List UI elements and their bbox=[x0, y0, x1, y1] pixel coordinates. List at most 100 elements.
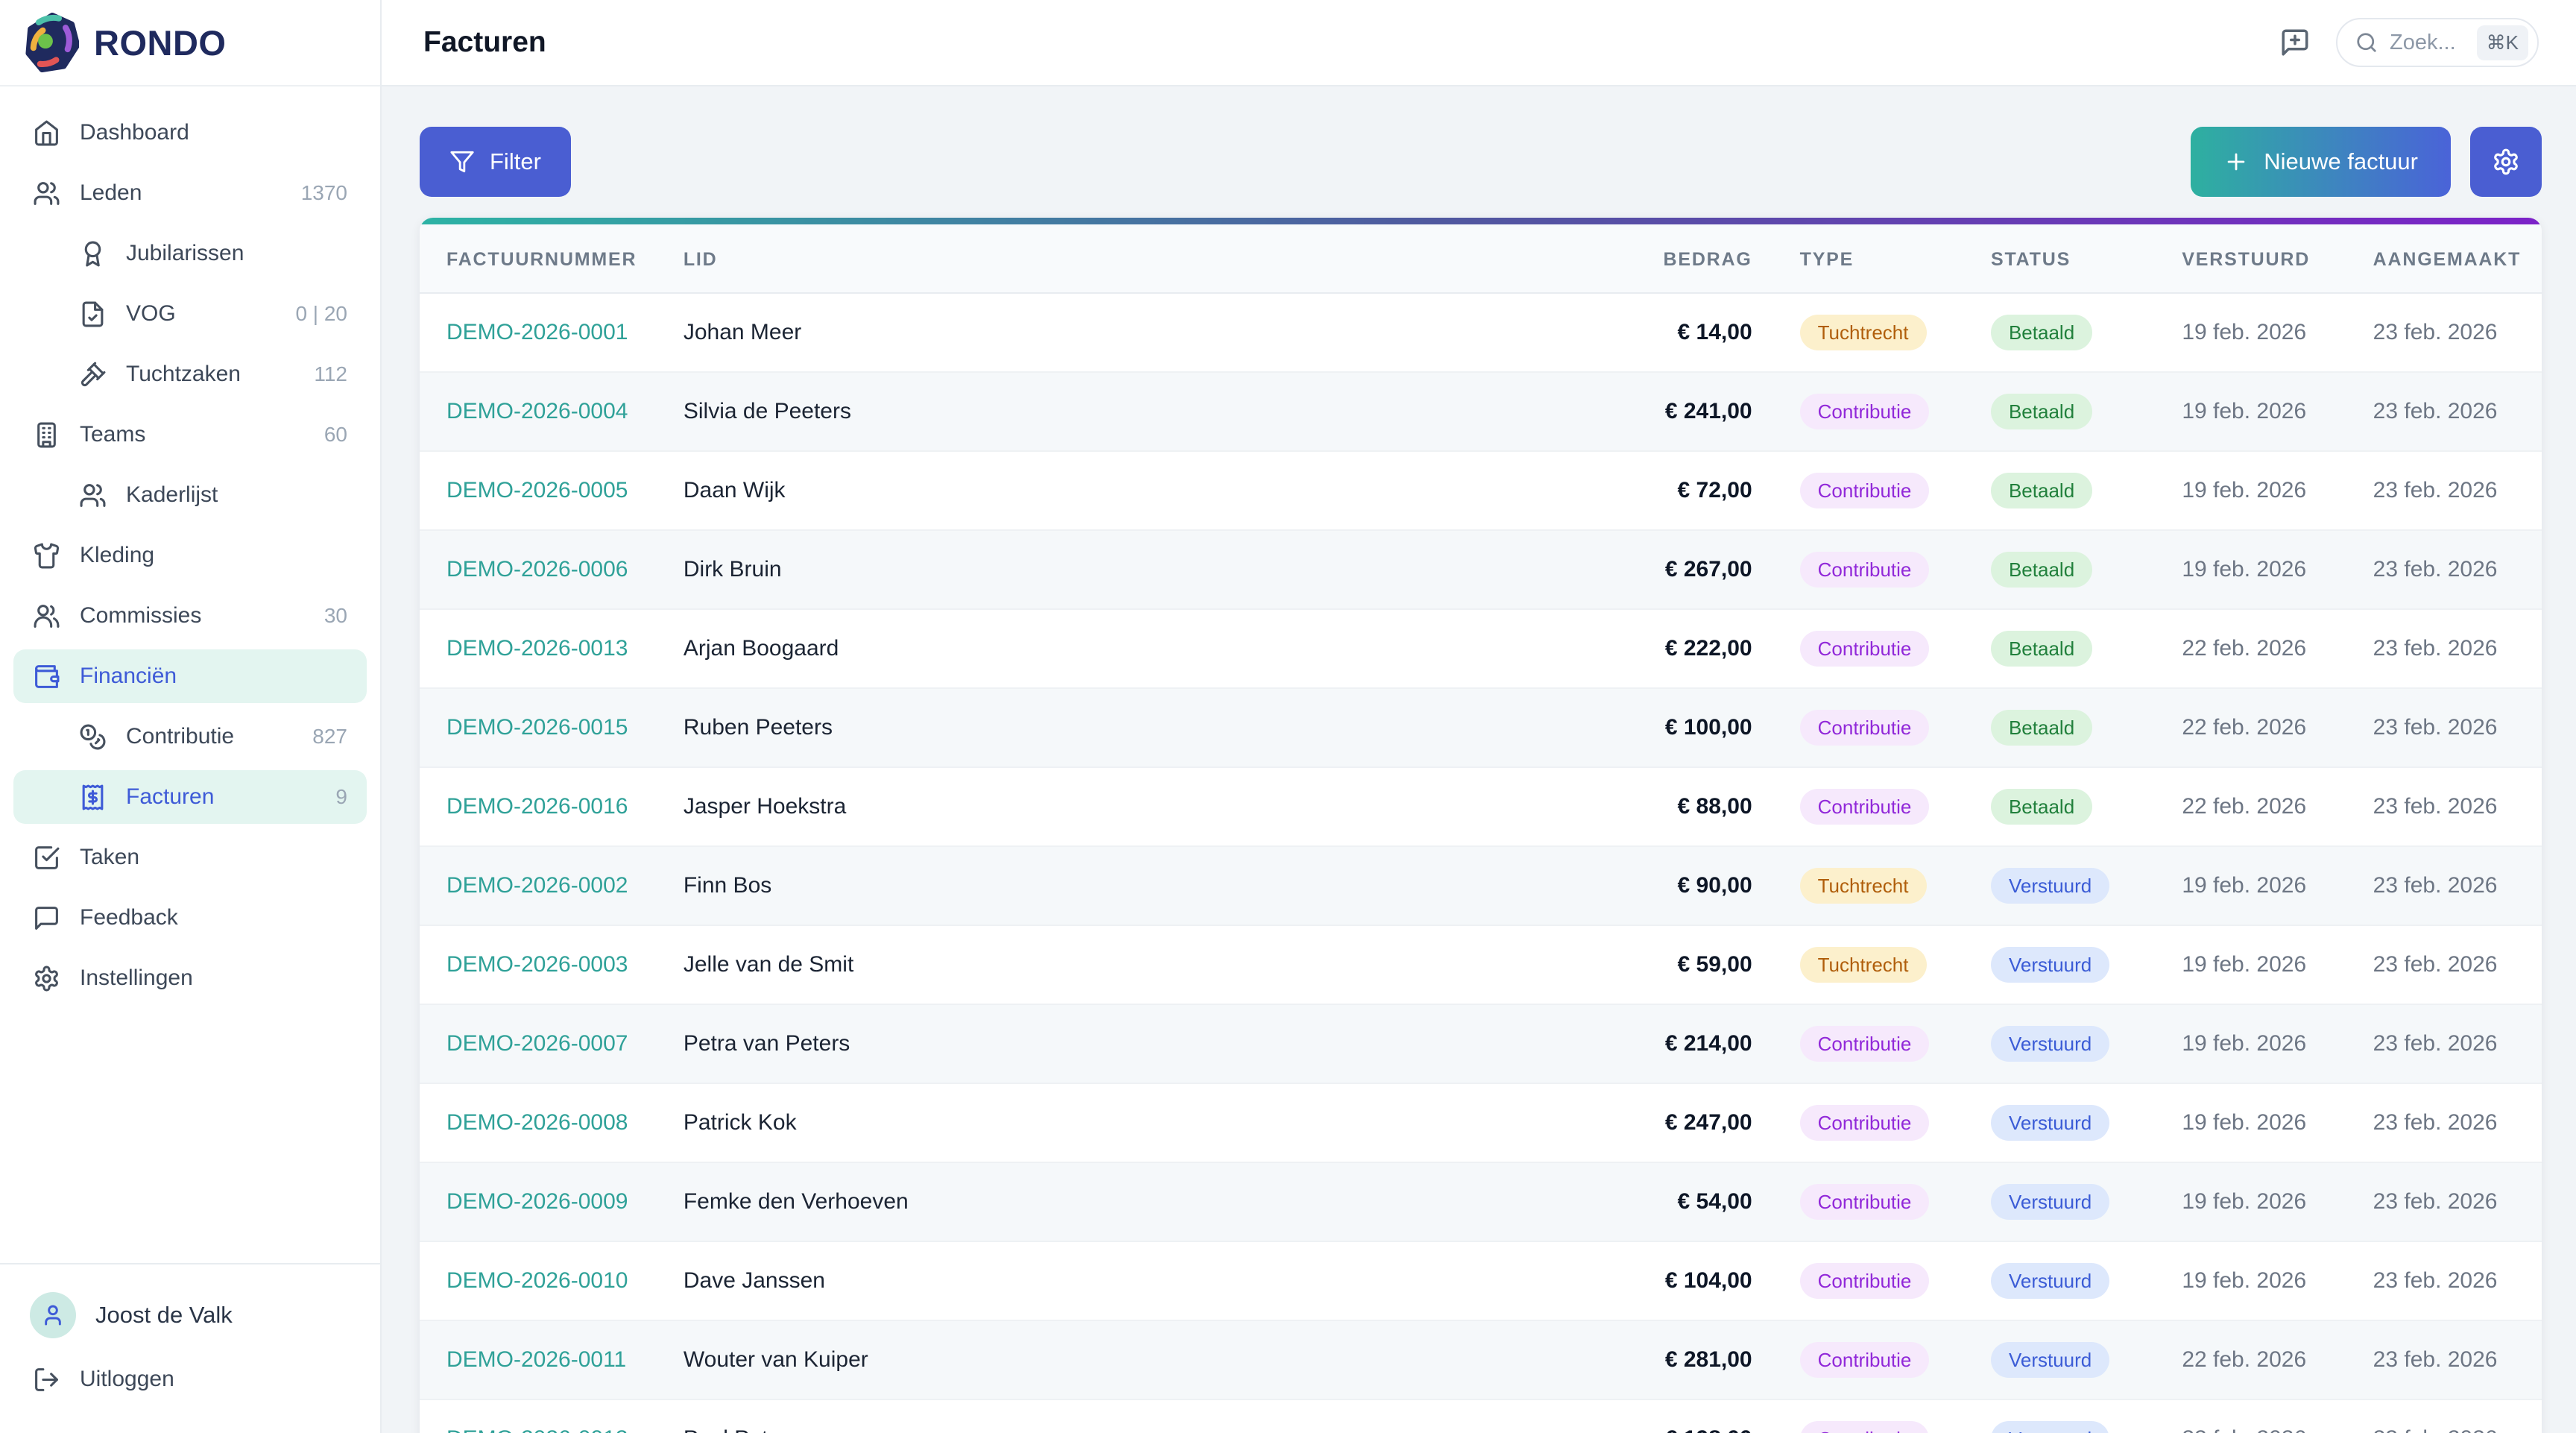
invoice-table: FACTUURNUMMER LID BEDRAG TYPE STATUS VER… bbox=[420, 224, 2542, 1433]
sent-date-cell: 22 feb. 2026 bbox=[2167, 1320, 2358, 1399]
sent-date-cell: 22 feb. 2026 bbox=[2167, 688, 2358, 767]
created-date-cell: 23 feb. 2026 bbox=[2358, 372, 2542, 451]
created-date-cell: 23 feb. 2026 bbox=[2358, 925, 2542, 1004]
sent-date-cell: 19 feb. 2026 bbox=[2167, 530, 2358, 609]
table-header-row: FACTUURNUMMER LID BEDRAG TYPE STATUS VER… bbox=[420, 224, 2542, 293]
type-badge: Tuchtrecht bbox=[1800, 947, 1927, 983]
main-area: Facturen Zoek... ⌘K Filter Nieuwe factuu… bbox=[382, 0, 2576, 1433]
sidebar-item-taken[interactable]: Taken bbox=[13, 831, 367, 884]
sidebar-item-count: 0 | 20 bbox=[295, 302, 347, 326]
invoice-number-link[interactable]: DEMO-2026-0010 bbox=[446, 1268, 628, 1293]
created-date-cell: 23 feb. 2026 bbox=[2358, 1320, 2542, 1399]
sidebar-item-teams[interactable]: Teams 60 bbox=[13, 408, 367, 462]
type-badge: Contributie bbox=[1800, 710, 1930, 746]
member-name-cell: Silvia de Peeters bbox=[684, 372, 1506, 451]
created-date-cell: 23 feb. 2026 bbox=[2358, 530, 2542, 609]
amount-cell: € 267,00 bbox=[1506, 530, 1785, 609]
invoice-number-link[interactable]: DEMO-2026-0009 bbox=[446, 1189, 628, 1214]
wallet-icon bbox=[33, 663, 60, 690]
status-badge: Betaald bbox=[1991, 710, 2092, 746]
sent-date-cell: 19 feb. 2026 bbox=[2167, 451, 2358, 530]
table-settings-button[interactable] bbox=[2470, 127, 2542, 197]
invoice-number-link[interactable]: DEMO-2026-0002 bbox=[446, 873, 628, 898]
invoice-number-link[interactable]: DEMO-2026-0007 bbox=[446, 1031, 628, 1056]
type-badge: Contributie bbox=[1800, 1105, 1930, 1141]
type-badge: Contributie bbox=[1800, 789, 1930, 825]
sent-date-cell: 22 feb. 2026 bbox=[2167, 1399, 2358, 1433]
invoice-number-link[interactable]: DEMO-2026-0005 bbox=[446, 478, 628, 503]
sidebar-item-label: VOG bbox=[126, 301, 176, 327]
amount-cell: € 214,00 bbox=[1506, 1004, 1785, 1083]
invoice-number-link[interactable]: DEMO-2026-0013 bbox=[446, 636, 628, 661]
gavel-icon bbox=[79, 361, 107, 388]
sidebar-item-kleding[interactable]: Kleding bbox=[13, 529, 367, 582]
sidebar-item-jubilarissen[interactable]: Jubilarissen bbox=[13, 227, 367, 280]
invoice-number-link[interactable]: DEMO-2026-0016 bbox=[446, 794, 628, 819]
sidebar-item-count: 60 bbox=[324, 423, 347, 447]
sidebar-item-facturen[interactable]: Facturen 9 bbox=[13, 770, 367, 824]
filter-button[interactable]: Filter bbox=[420, 127, 571, 197]
search-input[interactable]: Zoek... ⌘K bbox=[2336, 18, 2539, 67]
member-name-cell: Daan Wijk bbox=[684, 451, 1506, 530]
column-header-factuurnummer: FACTUURNUMMER bbox=[420, 224, 684, 293]
logout-label: Uitloggen bbox=[80, 1367, 174, 1392]
sidebar-item-vog[interactable]: VOG 0 | 20 bbox=[13, 287, 367, 341]
invoice-number-link[interactable]: DEMO-2026-0015 bbox=[446, 715, 628, 740]
type-badge: Contributie bbox=[1800, 631, 1930, 667]
created-date-cell: 23 feb. 2026 bbox=[2358, 846, 2542, 925]
sidebar-item-kaderlijst[interactable]: Kaderlijst bbox=[13, 468, 367, 522]
sidebar-item-label: Financiën bbox=[80, 664, 177, 689]
sidebar-item-leden[interactable]: Leden 1370 bbox=[13, 166, 367, 220]
table-row: DEMO-2026-0005 Daan Wijk € 72,00 Contrib… bbox=[420, 451, 2542, 530]
type-badge: Contributie bbox=[1800, 1026, 1930, 1062]
sidebar-item-count: 30 bbox=[324, 604, 347, 628]
status-badge: Verstuurd bbox=[1991, 868, 2109, 904]
sidebar-item-count: 112 bbox=[314, 362, 347, 386]
sidebar-item-instellingen[interactable]: Instellingen bbox=[13, 951, 367, 1005]
logo: RONDO bbox=[0, 0, 380, 86]
invoice-number-link[interactable]: DEMO-2026-0004 bbox=[446, 399, 628, 423]
content: Filter Nieuwe factuur bbox=[382, 86, 2576, 1433]
invoice-number-link[interactable]: DEMO-2026-0012 bbox=[446, 1426, 628, 1433]
sidebar-item-label: Teams bbox=[80, 422, 145, 447]
member-name-cell: Dave Janssen bbox=[684, 1241, 1506, 1320]
sidebar-item-dashboard[interactable]: Dashboard bbox=[13, 106, 367, 160]
feedback-button[interactable] bbox=[2279, 27, 2311, 58]
logout-button[interactable]: Uitloggen bbox=[13, 1352, 367, 1406]
amount-cell: € 90,00 bbox=[1506, 846, 1785, 925]
users-icon bbox=[33, 180, 60, 207]
sent-date-cell: 19 feb. 2026 bbox=[2167, 846, 2358, 925]
member-name-cell: Jasper Hoekstra bbox=[684, 767, 1506, 846]
sidebar-item-commissies[interactable]: Commissies 30 bbox=[13, 589, 367, 643]
sidebar-item-contributie[interactable]: Contributie 827 bbox=[13, 710, 367, 763]
sidebar-footer: Joost de Valk Uitloggen bbox=[0, 1263, 380, 1433]
invoice-number-link[interactable]: DEMO-2026-0011 bbox=[446, 1347, 626, 1372]
amount-cell: € 281,00 bbox=[1506, 1320, 1785, 1399]
column-header-type: TYPE bbox=[1785, 224, 1976, 293]
amount-cell: € 100,00 bbox=[1506, 688, 1785, 767]
type-badge: Contributie bbox=[1800, 394, 1930, 429]
toolbar-right: Nieuwe factuur bbox=[2191, 127, 2542, 197]
user-menu[interactable]: Joost de Valk bbox=[13, 1284, 367, 1347]
new-invoice-button[interactable]: Nieuwe factuur bbox=[2191, 127, 2451, 197]
sidebar-item-label: Tuchtzaken bbox=[126, 362, 241, 387]
invoice-number-link[interactable]: DEMO-2026-0008 bbox=[446, 1110, 628, 1135]
check-square-icon bbox=[33, 844, 60, 872]
amount-cell: € 14,00 bbox=[1506, 293, 1785, 372]
created-date-cell: 23 feb. 2026 bbox=[2358, 451, 2542, 530]
table-row: DEMO-2026-0003 Jelle van de Smit € 59,00… bbox=[420, 925, 2542, 1004]
sidebar-item-feedback[interactable]: Feedback bbox=[13, 891, 367, 945]
sidebar-item-tuchtzaken[interactable]: Tuchtzaken 112 bbox=[13, 347, 367, 401]
status-badge: Betaald bbox=[1991, 473, 2092, 508]
sidebar-item-financien[interactable]: Financiën bbox=[13, 649, 367, 703]
type-badge: Tuchtrecht bbox=[1800, 868, 1927, 904]
invoice-number-link[interactable]: DEMO-2026-0001 bbox=[446, 320, 628, 344]
sent-date-cell: 22 feb. 2026 bbox=[2167, 609, 2358, 688]
amount-cell: € 88,00 bbox=[1506, 767, 1785, 846]
table-accent-bar bbox=[420, 218, 2542, 224]
invoice-number-link[interactable]: DEMO-2026-0006 bbox=[446, 557, 628, 582]
building-icon bbox=[33, 421, 60, 449]
amount-cell: € 247,00 bbox=[1506, 1083, 1785, 1162]
invoice-number-link[interactable]: DEMO-2026-0003 bbox=[446, 952, 628, 977]
sent-date-cell: 19 feb. 2026 bbox=[2167, 1241, 2358, 1320]
